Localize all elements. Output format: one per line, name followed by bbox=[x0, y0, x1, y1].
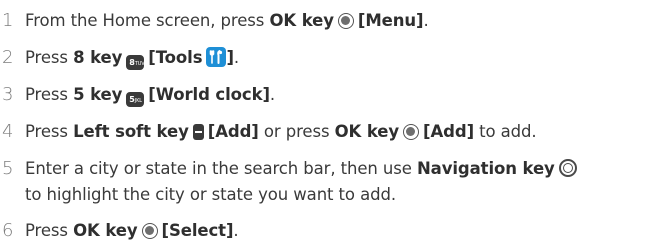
8-key-icon: 8TUV bbox=[126, 55, 145, 70]
5-key-icon: 5JKL bbox=[126, 92, 145, 107]
step-text: Press 5 key 5JKL [World clock]. bbox=[25, 82, 645, 108]
step-tail-text: . bbox=[269, 85, 276, 104]
step-tail-text: . bbox=[233, 48, 240, 67]
step-number: 1 bbox=[2, 10, 14, 31]
step-lead-text: Press bbox=[25, 85, 74, 104]
tools-action-label: [Tools bbox=[148, 48, 203, 67]
step-line2-text: to highlight the city or state you want … bbox=[25, 185, 396, 204]
navigation-key-icon bbox=[558, 159, 577, 177]
key-letters: JKL bbox=[134, 98, 142, 104]
tools-action-close: ] bbox=[226, 48, 234, 67]
step-text: Press Left soft key [Add] or press OK key… bbox=[25, 119, 645, 145]
step-tail-text: . bbox=[233, 221, 239, 240]
ok-key-icon bbox=[141, 223, 158, 239]
step-number: 3 bbox=[2, 84, 14, 105]
step-tail-text: to add. bbox=[474, 122, 537, 141]
step-mid-text: or press bbox=[258, 122, 335, 141]
key-letters: TUV bbox=[134, 61, 145, 67]
navigation-key-label: Navigation key bbox=[416, 159, 555, 178]
step-lead-text: Press bbox=[25, 122, 74, 141]
step-text: From the Home screen, press OK key [Menu]… bbox=[25, 8, 645, 34]
ok-key-icon bbox=[337, 13, 354, 29]
add-action-label: [Add] bbox=[207, 122, 259, 141]
world-clock-action-label: [World clock] bbox=[148, 85, 270, 104]
step-number: 6 bbox=[2, 220, 14, 241]
step-tail-text: . bbox=[423, 11, 429, 30]
ok-key-label: OK key bbox=[334, 122, 400, 141]
step-number: 5 bbox=[2, 158, 14, 179]
select-action-label: [Select] bbox=[161, 221, 234, 240]
add-action-label-2: [Add] bbox=[423, 122, 475, 141]
menu-action-label: [Menu] bbox=[357, 11, 424, 30]
tools-icon bbox=[206, 47, 227, 67]
step-lead-text: Press bbox=[25, 48, 74, 67]
step-line1-text: Enter a city or state in the search bar,… bbox=[25, 159, 417, 178]
ok-key-label: OK key bbox=[269, 11, 334, 30]
left-soft-key-label: Left soft key bbox=[73, 122, 189, 141]
ok-key-label: OK key bbox=[73, 221, 138, 240]
step-lead-text: Press bbox=[25, 221, 74, 240]
step-text: Press OK key [Select]. bbox=[25, 218, 645, 244]
step-text: Enter a city or state in the search bar,… bbox=[25, 156, 645, 208]
step-number: 4 bbox=[2, 121, 14, 142]
step-number: 2 bbox=[2, 47, 14, 68]
step-text: Press 8 key 8TUV [Tools]. bbox=[25, 45, 645, 71]
step-lead-text: From the Home screen, press bbox=[25, 11, 270, 30]
5-key-label: 5 key bbox=[73, 85, 123, 104]
ok-key-icon bbox=[403, 124, 420, 140]
left-soft-key-icon bbox=[192, 124, 204, 140]
8-key-label: 8 key bbox=[73, 48, 123, 67]
